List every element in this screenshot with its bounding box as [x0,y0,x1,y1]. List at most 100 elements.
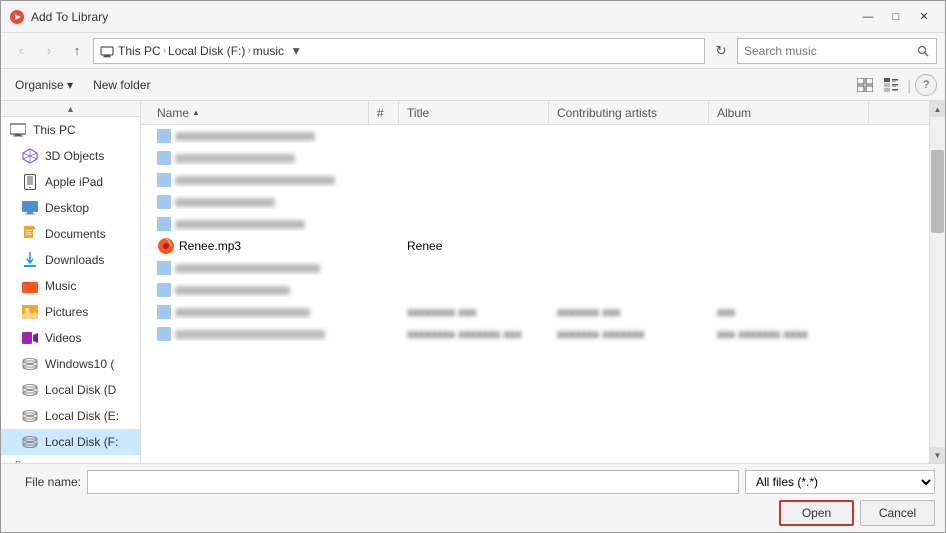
file-area: Name ▲ # Title Contributing artists Albu… [141,101,929,463]
action-bar: Organise ▾ New folder [1,69,945,101]
sidebar-scroll-up[interactable]: ▲ [1,101,140,117]
actions-row: Open Cancel [11,500,935,526]
sidebar-item-videos[interactable]: Videos [1,325,140,351]
bottom-bar: File name: All files (*.*) Open Cancel [1,463,945,532]
dialog-title: Add To Library [31,10,855,24]
table-row[interactable] [141,191,929,213]
sidebar-item-localdiskd[interactable]: Local Disk (D [1,377,140,403]
col-header-num[interactable]: # [369,101,399,124]
file-list-header: Name ▲ # Title Contributing artists Albu… [141,101,929,125]
table-row[interactable]: xxxxxxxx xxxxxxx xxx xxxxxxx xxxxxxx xxx… [141,323,929,345]
pc-icon [9,121,27,139]
col-num-label: # [377,106,384,120]
renee-mp3-title: Renee [399,239,549,253]
address-bar[interactable]: This PC › Local Disk (F:) › music ▾ [93,38,705,64]
sidebar-item-windows10[interactable]: Windows10 ( [1,351,140,377]
new-folder-button[interactable]: New folder [87,74,156,96]
sidebar-item-downloads[interactable]: Downloads [1,247,140,273]
table-row[interactable] [141,125,929,147]
breadcrumb-sep2: › [247,45,250,56]
forward-button[interactable]: › [37,39,61,63]
search-button[interactable] [910,38,936,64]
search-input[interactable] [738,44,910,58]
breadcrumb-localdisk-label: Local Disk (F:) [168,44,245,58]
sidebar-3d-label: 3D Objects [45,149,104,163]
organise-button[interactable]: Organise ▾ [9,74,79,96]
scroll-up-btn[interactable]: ▲ [930,101,945,117]
col-header-title[interactable]: Title [399,101,549,124]
table-row[interactable] [141,147,929,169]
view-details-button[interactable] [879,73,903,97]
scroll-thumb[interactable] [931,150,944,233]
table-row[interactable] [141,279,929,301]
col-header-album[interactable]: Album [709,101,869,124]
renee-mp3-filename: Renee.mp3 [179,239,241,253]
sidebar-item-3dobjects[interactable]: 3D Objects [1,143,140,169]
main-content: ▲ This PC [1,101,945,463]
table-row[interactable] [141,213,929,235]
breadcrumb-music-label: music [253,44,284,58]
dialog-icon [9,9,25,25]
open-button[interactable]: Open [779,500,854,526]
sidebar-pictures-label: Pictures [45,305,88,319]
documents-icon [21,225,39,243]
close-button[interactable]: ✕ [911,7,937,27]
breadcrumb-localdisk: Local Disk (F:) [168,44,245,58]
file-scrollbar[interactable]: ▲ ▼ [929,101,945,463]
sidebar-network-label: Network [33,461,77,463]
up-button[interactable]: ↑ [65,39,89,63]
filename-input[interactable] [87,470,739,494]
col-header-name[interactable]: Name ▲ [149,101,369,124]
col-artists-label: Contributing artists [557,106,657,120]
table-row[interactable]: Renee.mp3 Renee [141,235,929,257]
cancel-button[interactable]: Cancel [860,500,935,526]
windows10-icon [21,355,39,373]
sidebar-windows10-label: Windows10 ( [45,357,114,371]
sidebar-item-appleipad[interactable]: Apple iPad [1,169,140,195]
sidebar-item-desktop[interactable]: Desktop [1,195,140,221]
table-row[interactable] [141,169,929,191]
view-sep: | [907,77,911,93]
col-title-label: Title [407,106,429,120]
music-folder-icon [21,277,39,295]
ipad-icon [21,173,39,191]
filename-label: File name: [11,475,81,489]
table-row[interactable] [141,257,929,279]
navigation-toolbar: ‹ › ↑ This PC › Local Disk (F:) › music … [1,33,945,69]
organise-label: Organise [15,78,64,92]
address-dropdown-button[interactable]: ▾ [286,41,306,61]
videos-icon [21,329,39,347]
desktop-icon [21,199,39,217]
sidebar-item-network[interactable]: Network [1,455,140,463]
minimize-button[interactable]: — [855,7,881,27]
localdiskf-icon [21,433,39,451]
maximize-button[interactable]: □ [883,7,909,27]
add-to-library-dialog: Add To Library — □ ✕ ‹ › ↑ This PC › Loc… [0,0,946,533]
sidebar-item-thispc[interactable]: This PC [1,117,140,143]
sidebar-item-localdiske[interactable]: Local Disk (E: [1,403,140,429]
organise-dropdown-icon: ▾ [67,78,73,92]
col-header-artists[interactable]: Contributing artists [549,101,709,124]
breadcrumb-sep1: › [163,45,166,56]
filename-row: File name: All files (*.*) [11,470,935,494]
view-buttons: | ? [853,73,937,97]
sidebar-localdiskd-label: Local Disk (D [45,383,116,397]
refresh-button[interactable]: ↻ [709,38,733,64]
sidebar-item-pictures[interactable]: Pictures [1,299,140,325]
help-button[interactable]: ? [915,74,937,96]
scroll-down-btn[interactable]: ▼ [930,447,945,463]
sidebar-downloads-label: Downloads [45,253,104,267]
table-row[interactable]: xxxxxxxx xxx xxxxxxx xxx xxx [141,301,929,323]
back-button[interactable]: ‹ [9,39,33,63]
sidebar-videos-label: Videos [45,331,81,345]
sidebar-item-localdiskf[interactable]: Local Disk (F: [1,429,140,455]
filetype-select[interactable]: All files (*.*) [745,470,935,494]
sidebar: ▲ This PC [1,101,141,463]
breadcrumb-thispc-label: This PC [118,44,161,58]
sidebar-item-documents[interactable]: Documents [1,221,140,247]
col-name-label: Name [157,106,189,120]
title-bar: Add To Library — □ ✕ [1,1,945,33]
sidebar-item-music[interactable]: Music [1,273,140,299]
view-layout-button[interactable] [853,73,877,97]
sidebar-item-thispc-label: This PC [33,123,76,137]
